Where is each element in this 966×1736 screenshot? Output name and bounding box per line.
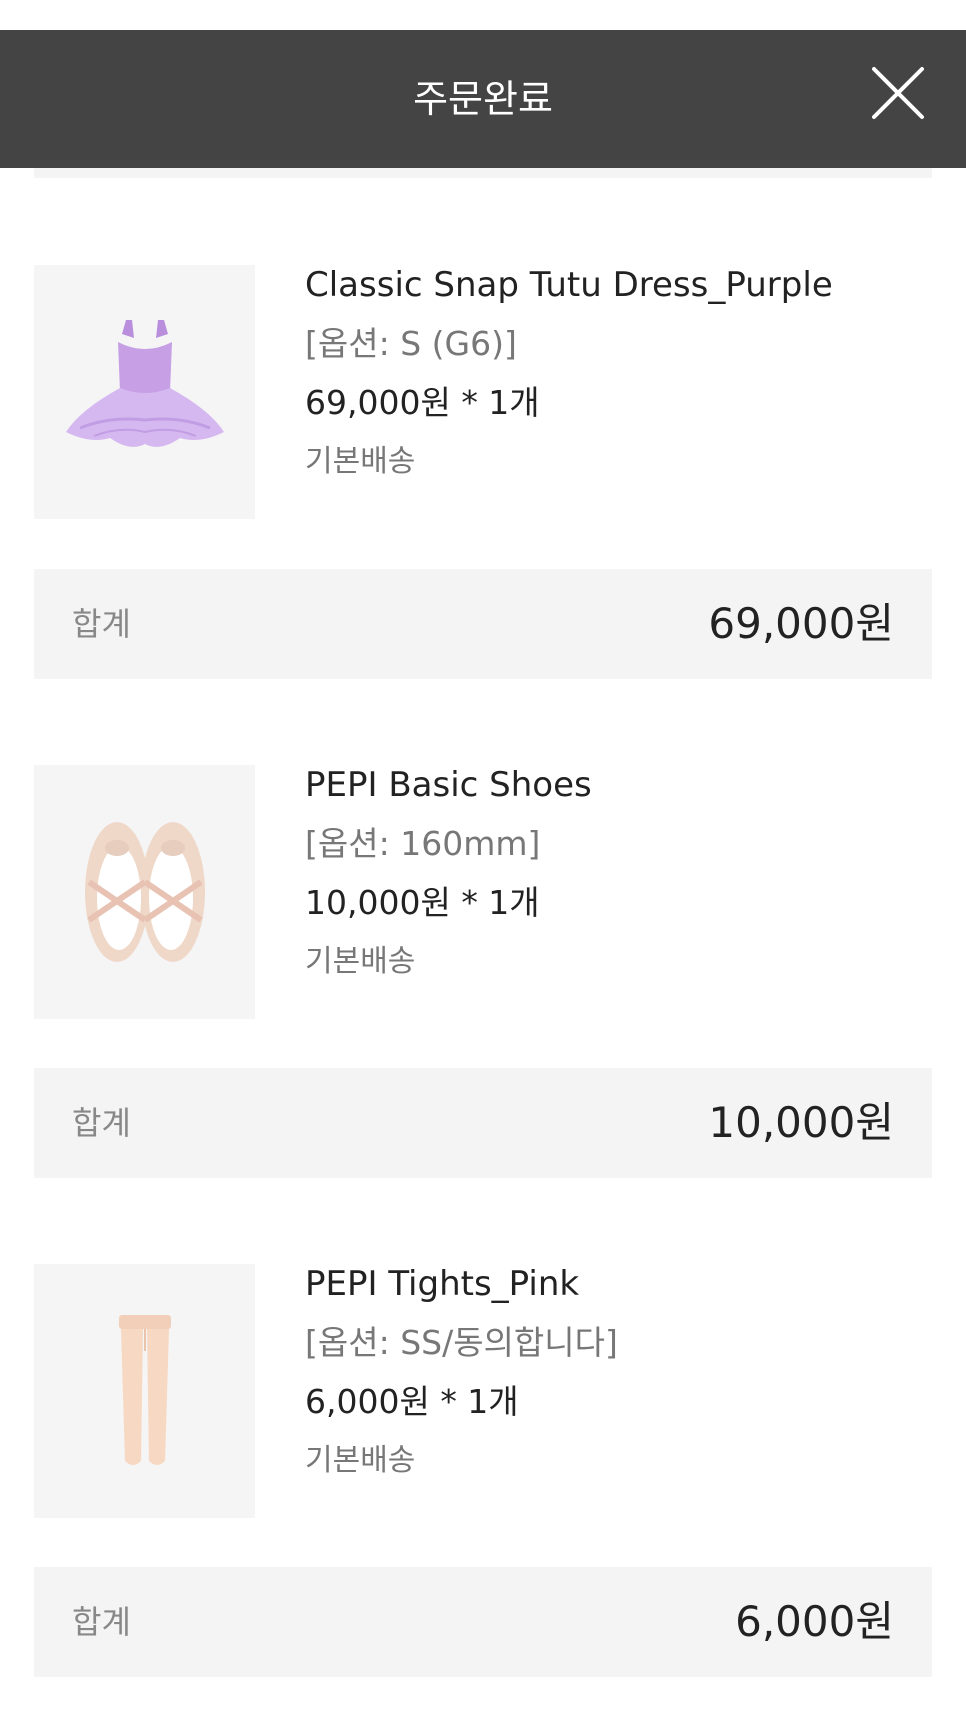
ballet-shoes-image (84, 822, 205, 962)
product-thumbnail[interactable] (34, 265, 255, 519)
tutu-dress-image (65, 320, 224, 447)
page-title: 주문완료 (413, 77, 553, 121)
order-total-bar: 합계 6,000원 (34, 1567, 932, 1677)
product-thumbnail[interactable] (34, 765, 255, 1019)
total-value: 6,000원 (735, 1597, 894, 1646)
shipping-method: 기본배송 (305, 444, 416, 479)
total-value: 10,000원 (708, 1098, 894, 1147)
total-label: 합계 (72, 1603, 131, 1641)
header-bar: 주문완료 (0, 30, 966, 168)
order-total-bar: 합계 10,000원 (34, 1068, 932, 1178)
product-info: Classic Snap Tutu Dress_Purple [옵션: S (G… (305, 265, 932, 482)
order-item: PEPI Basic Shoes [옵션: 160mm] 10,000원 * 1… (34, 765, 932, 1019)
close-icon (872, 67, 924, 119)
product-name[interactable]: PEPI Basic Shoes (305, 765, 932, 805)
product-option: [옵션: 160mm] (305, 824, 541, 863)
product-name[interactable]: Classic Snap Tutu Dress_Purple (305, 265, 932, 305)
order-item: Classic Snap Tutu Dress_Purple [옵션: S (G… (34, 265, 932, 519)
total-label: 합계 (72, 605, 131, 643)
order-total-bar: 합계 69,000원 (34, 569, 932, 679)
shipping-method: 기본배송 (305, 944, 416, 979)
product-price-quantity: 6,000원 * 1개 (305, 1382, 519, 1421)
product-option: [옵션: SS/동의합니다] (305, 1323, 618, 1362)
product-option: [옵션: S (G6)] (305, 324, 517, 363)
product-info: PEPI Tights_Pink [옵션: SS/동의합니다] 6,000원 *… (305, 1264, 932, 1481)
previous-section-strip (34, 168, 932, 178)
product-name[interactable]: PEPI Tights_Pink (305, 1264, 932, 1304)
product-price-quantity: 10,000원 * 1개 (305, 883, 540, 922)
total-value: 69,000원 (708, 599, 894, 648)
product-price-quantity: 69,000원 * 1개 (305, 383, 540, 422)
order-complete-page: 주문완료 Classic Snap Tutu Dress_Purple [옵션:… (0, 0, 966, 1736)
close-button[interactable] (870, 65, 926, 121)
order-item: PEPI Tights_Pink [옵션: SS/동의합니다] 6,000원 *… (34, 1264, 932, 1518)
shipping-method: 기본배송 (305, 1443, 416, 1478)
tights-image (118, 1315, 171, 1465)
product-thumbnail[interactable] (34, 1264, 255, 1518)
product-info: PEPI Basic Shoes [옵션: 160mm] 10,000원 * 1… (305, 765, 932, 982)
total-label: 합계 (72, 1104, 131, 1142)
